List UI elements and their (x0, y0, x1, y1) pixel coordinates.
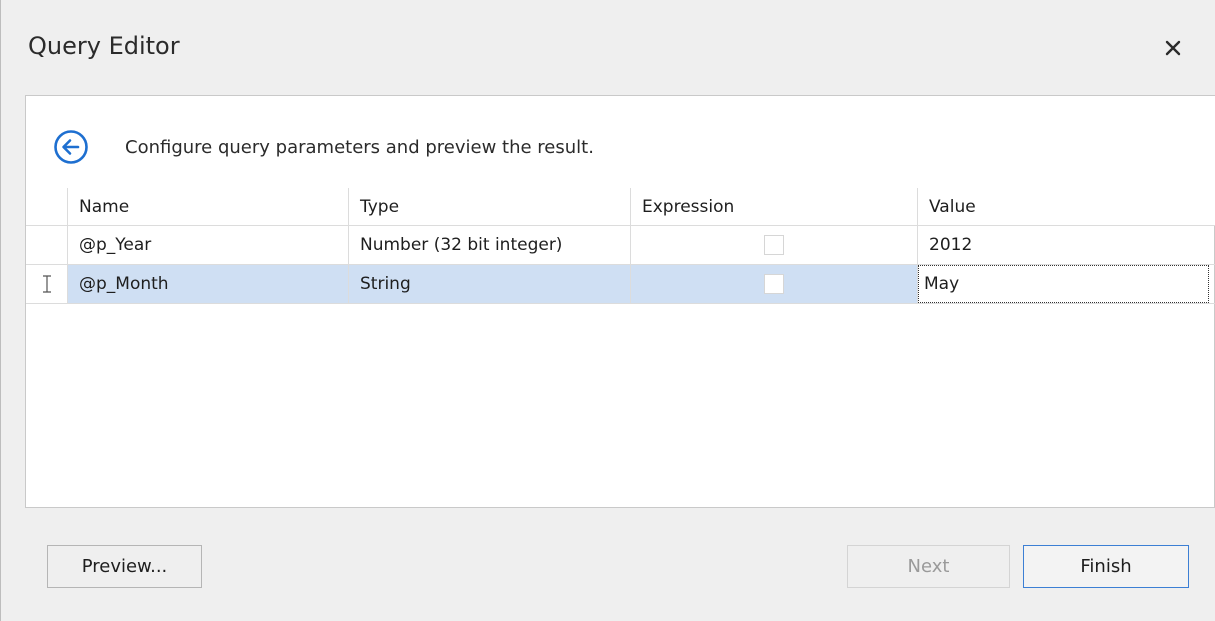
column-header-expression[interactable]: Expression (631, 188, 918, 225)
close-icon[interactable] (1161, 36, 1185, 60)
preview-button[interactable]: Preview... (47, 545, 202, 588)
wizard-header: Configure query parameters and preview t… (26, 96, 1215, 188)
row-indicator-header (26, 188, 68, 225)
table-row[interactable]: @p_Year Number (32 bit integer) 2012 (26, 226, 1215, 265)
param-type-cell[interactable]: String (349, 265, 631, 303)
query-editor-dialog: Query Editor Configure query parameters … (0, 0, 1215, 621)
instruction-text: Configure query parameters and preview t… (125, 137, 594, 158)
dialog-footer: Preview... Next Finish (25, 508, 1215, 621)
expression-checkbox[interactable] (764, 235, 784, 255)
param-expression-cell[interactable] (631, 226, 918, 264)
param-name-cell[interactable]: @p_Year (68, 226, 349, 264)
expression-checkbox[interactable] (764, 274, 784, 294)
column-header-value[interactable]: Value (918, 188, 1215, 225)
row-indicator[interactable] (26, 265, 68, 303)
param-value-editor[interactable]: May (918, 265, 1209, 303)
param-type-cell[interactable]: Number (32 bit integer) (349, 226, 631, 264)
next-button[interactable]: Next (847, 545, 1010, 588)
column-header-name[interactable]: Name (68, 188, 349, 225)
param-value-cell[interactable]: 2012 (918, 226, 1215, 264)
content-panel: Configure query parameters and preview t… (25, 95, 1215, 508)
dialog-title: Query Editor (28, 32, 180, 60)
grid-header-row: Name Type Expression Value (26, 188, 1215, 226)
arrow-left-circle-icon[interactable] (53, 129, 89, 165)
column-header-type[interactable]: Type (349, 188, 631, 225)
param-expression-cell[interactable] (631, 265, 918, 303)
title-bar: Query Editor (1, 0, 1215, 95)
table-row[interactable]: @p_Month String May (26, 265, 1215, 304)
finish-button[interactable]: Finish (1023, 545, 1189, 588)
row-indicator[interactable] (26, 226, 68, 264)
param-name-cell[interactable]: @p_Month (68, 265, 349, 303)
text-cursor-icon (42, 275, 51, 293)
